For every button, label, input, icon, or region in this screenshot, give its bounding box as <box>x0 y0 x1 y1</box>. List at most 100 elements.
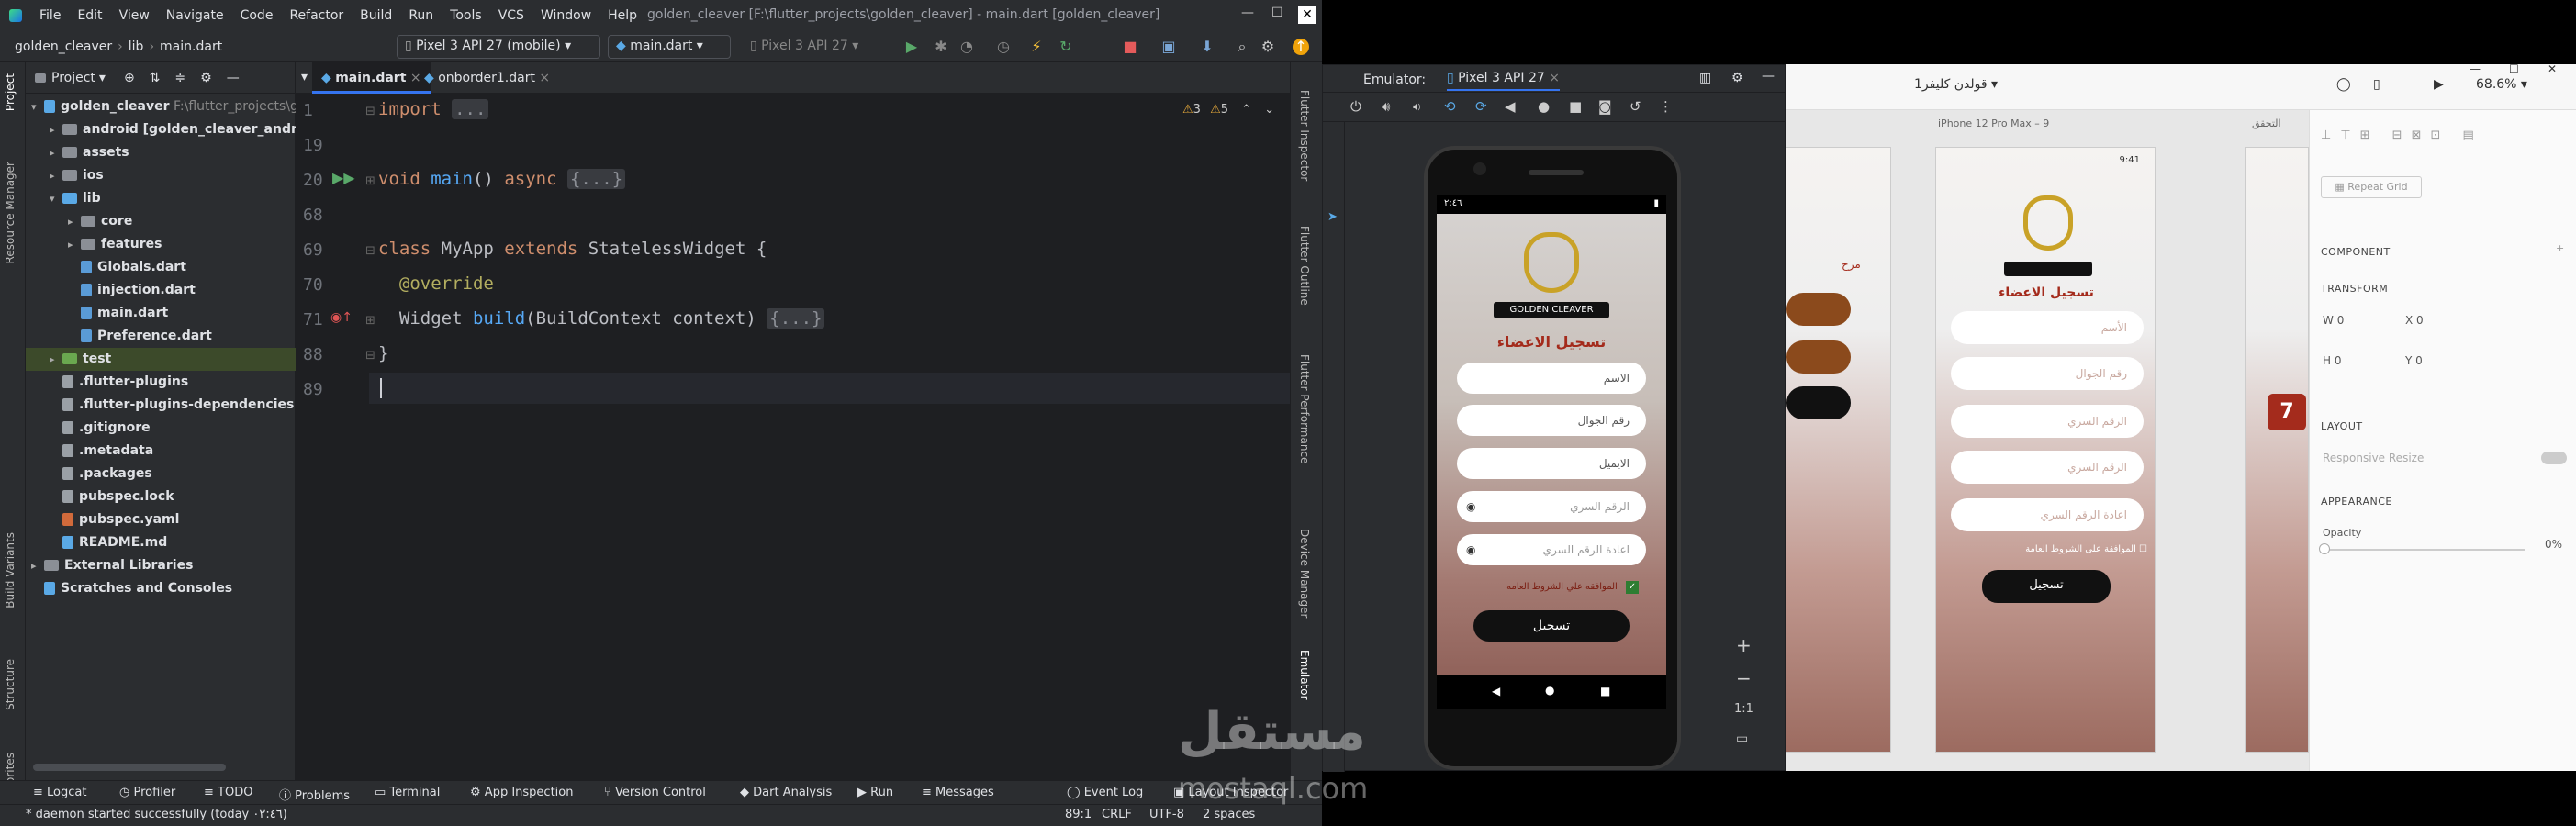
home-nav-icon[interactable]: ● <box>1545 684 1554 697</box>
tab-main-dart[interactable]: ◆ main.dart × <box>312 62 431 94</box>
menu-navigate[interactable]: Navigate <box>158 8 232 23</box>
tree-item-flutter-plugins-deps[interactable]: .flutter-plugins-dependencies <box>26 394 296 417</box>
logcat-button[interactable]: ≡ Logcat <box>33 786 86 799</box>
terms-checkbox[interactable]: ✓ <box>1626 581 1639 594</box>
close-icon[interactable]: ✕ <box>2548 62 2557 75</box>
opacity-handle[interactable] <box>2319 543 2330 554</box>
breadcrumb-lib[interactable]: lib <box>123 39 150 54</box>
caret-position[interactable]: 89:1 <box>1065 808 1092 821</box>
y-value[interactable]: Y 0 <box>2405 354 2423 367</box>
opacity-value[interactable]: 0% <box>2545 538 2562 551</box>
tree-item-metadata[interactable]: .metadata <box>26 440 296 463</box>
hot-restart-icon[interactable]: ↻ <box>1058 39 1074 55</box>
tree-item-main[interactable]: main.dart <box>26 302 296 325</box>
project-view-selector[interactable]: Project <box>51 71 95 85</box>
recents-nav-icon[interactable]: ■ <box>1600 685 1610 698</box>
phone-screen[interactable]: ٢:٤٦ ▮ GOLDEN CLEAVER تسجيل الاعضاء الاس… <box>1437 195 1666 709</box>
email-field[interactable]: الايميل <box>1457 448 1646 479</box>
emulator-tab[interactable]: ▯ Pixel 3 API 27 × <box>1447 71 1560 91</box>
height-value[interactable]: H 0 <box>2323 354 2341 367</box>
play-icon[interactable]: ▶ <box>2434 77 2444 92</box>
settings-icon[interactable]: ⚙ <box>1260 39 1276 55</box>
menu-code[interactable]: Code <box>232 8 282 23</box>
code-line-1[interactable]: import ... <box>378 99 489 119</box>
tree-item-injection[interactable]: injection.dart <box>26 279 296 302</box>
hot-reload-icon[interactable]: ⚡ <box>1028 39 1045 55</box>
opacity-slider[interactable] <box>2323 549 2525 551</box>
flutter-outline-label[interactable]: Flutter Outline <box>1298 226 1311 306</box>
tab-onborder1-dart[interactable]: ◆ onborder1.dart × <box>415 62 559 94</box>
event-log-button[interactable]: ◯ Event Log <box>1067 786 1143 799</box>
zoom-actual-button[interactable]: 1:1 <box>1734 702 1753 716</box>
gear-icon[interactable]: ⚙ <box>1731 71 1743 85</box>
rotate-right-icon[interactable]: ⟳ <box>1475 98 1487 115</box>
chevron-down-icon[interactable]: ⌄ <box>1264 103 1274 117</box>
fold-icon[interactable]: ⊟ <box>365 105 375 118</box>
tree-item-readme[interactable]: README.md <box>26 531 296 554</box>
dart-analysis-button[interactable]: ◆ Dart Analysis <box>740 786 832 799</box>
gear-icon[interactable]: ⚙ <box>200 71 212 85</box>
zoom-level[interactable]: 68.6% ▾ <box>2476 77 2527 92</box>
expand-all-icon[interactable]: ⇅ <box>150 71 161 85</box>
menu-refactor[interactable]: Refactor <box>281 8 352 23</box>
device-manager-icon[interactable]: ▣ <box>1160 39 1177 55</box>
code-line-69[interactable]: class MyApp extends StatelessWidget { <box>378 239 767 259</box>
menu-help[interactable]: Help <box>599 8 645 23</box>
repeat-grid-button[interactable]: ▦ Repeat Grid <box>2321 176 2422 198</box>
tree-item-core[interactable]: ▸ core <box>26 210 296 233</box>
fold-icon[interactable]: ⊞ <box>365 174 375 188</box>
problems-button[interactable]: ⓘ Problems <box>279 786 350 803</box>
power-icon[interactable]: ⏻ <box>1350 98 1361 115</box>
tree-item-lib[interactable]: ▾ lib <box>26 187 296 210</box>
close-icon[interactable]: ✕ <box>1298 6 1316 24</box>
file-encoding[interactable]: UTF-8 <box>1149 808 1184 821</box>
code-line-70[interactable]: @override <box>378 273 494 294</box>
artboard-right-partial[interactable]: 7 <box>2245 147 2309 753</box>
version-control-button[interactable]: ⑂ Version Control <box>604 786 706 799</box>
breadcrumb-project[interactable]: golden_cleaver <box>9 39 118 54</box>
minimize-icon[interactable]: — <box>1241 6 1254 20</box>
fold-icon[interactable]: ⊟ <box>365 349 375 363</box>
device-selector[interactable]: ▯ Pixel 3 API 27 (mobile) ▾ <box>397 35 600 59</box>
terminal-button[interactable]: ▭ Terminal <box>375 786 440 799</box>
menu-run[interactable]: Run <box>400 8 442 23</box>
phone-field[interactable]: رقم الجوال <box>1457 405 1646 436</box>
status-message[interactable]: * daemon started successfully (today ٠٢:… <box>26 808 287 821</box>
name-field[interactable]: الاسم <box>1457 363 1646 394</box>
tree-item-test[interactable]: ▸ test <box>26 348 296 371</box>
profiler-button[interactable]: ◷ Profiler <box>119 786 175 799</box>
app-inspection-button[interactable]: ⚙ App Inspection <box>470 786 573 799</box>
maximize-icon[interactable]: ☐ <box>2509 62 2519 75</box>
tree-item-gitignore[interactable]: .gitignore <box>26 417 296 440</box>
artboard-label[interactable]: iPhone 12 Pro Max – 9 <box>1938 117 2049 129</box>
line-separator[interactable]: CRLF <box>1102 808 1132 821</box>
indent-setting[interactable]: 2 spaces <box>1203 808 1255 821</box>
volume-down-icon[interactable]: 🔉︎ <box>1413 98 1421 115</box>
resource-manager-label[interactable]: Resource Manager <box>4 162 17 263</box>
code-line-88[interactable]: } <box>378 343 388 363</box>
flutter-performance-label[interactable]: Flutter Performance <box>1298 354 1311 463</box>
code-line-20[interactable]: void main() async {...} <box>378 169 626 189</box>
debug-icon[interactable]: ✱ <box>933 39 949 55</box>
profile-icon[interactable]: ◯ <box>2336 77 2351 92</box>
tree-item-globals[interactable]: Globals.dart <box>26 256 296 279</box>
tree-item-flutter-plugins[interactable]: .flutter-plugins <box>26 371 296 394</box>
menu-view[interactable]: View <box>111 8 158 23</box>
code-line-71[interactable]: Widget build(BuildContext context) {...} <box>378 308 825 329</box>
messages-button[interactable]: ≡ Messages <box>922 786 994 799</box>
close-tab-icon[interactable]: × <box>539 71 550 85</box>
menu-build[interactable]: Build <box>352 8 400 23</box>
run-icon[interactable]: ▶ <box>903 39 920 55</box>
snapshot-icon[interactable]: ↺ <box>1630 98 1641 115</box>
minimize-icon[interactable]: — <box>2470 62 2481 75</box>
artboard-signup[interactable]: 9:41 تسجيل الاعضاء الأسم رقم الجوال الرق… <box>1935 147 2156 753</box>
fold-icon[interactable]: ⊟ <box>365 244 375 258</box>
menu-file[interactable]: File <box>31 8 69 23</box>
target-icon[interactable]: ⊕ <box>124 71 135 85</box>
align-tools[interactable]: ⊥⊤⊞ ⊟⊠⊡ ▤ <box>2321 128 2483 142</box>
tree-item-pubspec-lock[interactable]: pubspec.lock <box>26 486 296 508</box>
chevron-up-icon[interactable]: ⌃ <box>1241 103 1251 117</box>
responsive-toggle[interactable] <box>2541 452 2567 464</box>
device-manager-label[interactable]: Device Manager <box>1298 529 1311 618</box>
screenshot-icon[interactable]: ◙ <box>1598 98 1612 115</box>
